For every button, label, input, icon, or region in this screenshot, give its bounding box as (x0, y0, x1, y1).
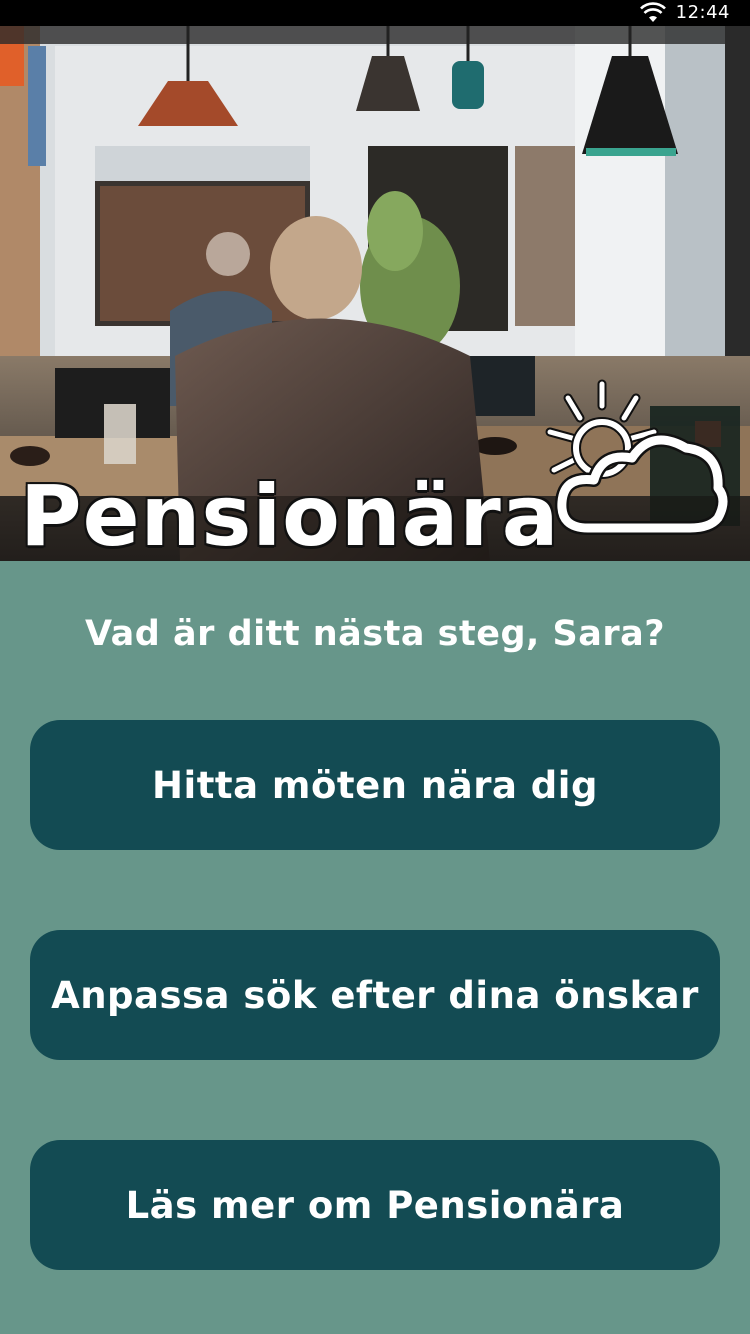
find-meetings-button[interactable]: Hitta möten nära dig (30, 720, 720, 850)
find-meetings-label: Hitta möten nära dig (152, 763, 598, 807)
welcome-question: Vad är ditt nästa steg, Sara? (84, 614, 666, 654)
status-bar: 12:44 (0, 0, 750, 26)
custom-search-button[interactable]: Anpassa sök efter dina önskar (30, 930, 720, 1060)
read-more-label: Läs mer om Pensionära (125, 1183, 625, 1227)
wifi-icon (640, 2, 666, 22)
sun-cloud-icon (545, 379, 730, 535)
read-more-button[interactable]: Läs mer om Pensionära (30, 1140, 720, 1270)
brand-name: Pensionära (20, 467, 560, 561)
custom-search-label: Anpassa sök efter dina önskar (51, 973, 699, 1017)
status-time: 12:44 (675, 2, 730, 23)
hero-banner: Pensionära (0, 26, 750, 561)
